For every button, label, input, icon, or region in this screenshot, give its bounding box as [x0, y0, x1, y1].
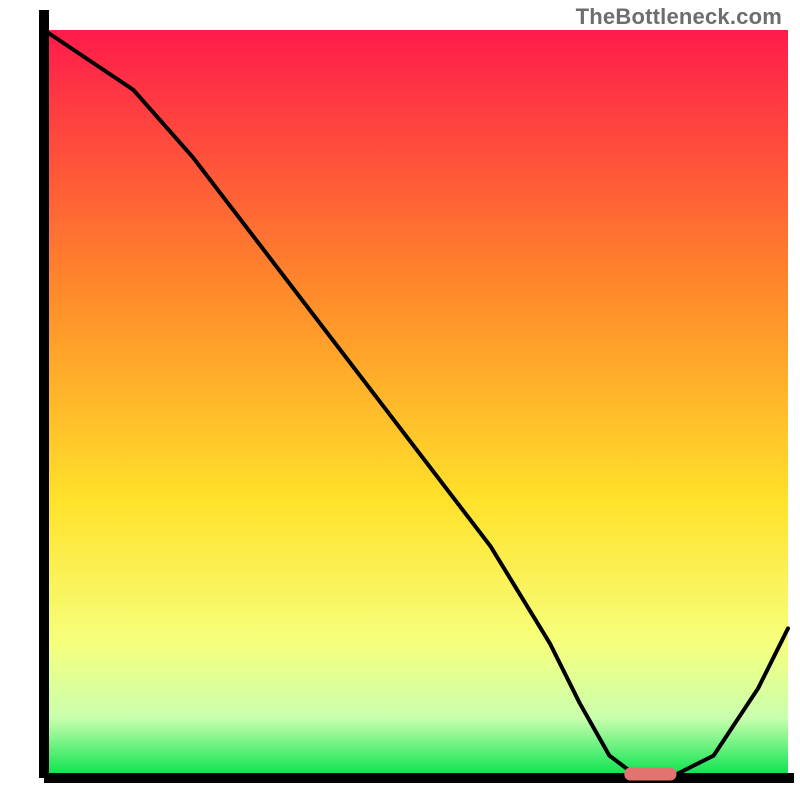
bottleneck-chart: [0, 0, 800, 800]
chart-stage: TheBottleneck.com: [0, 0, 800, 800]
optimum-marker: [624, 768, 676, 781]
plot-background: [44, 30, 788, 778]
watermark-label: TheBottleneck.com: [576, 4, 782, 30]
